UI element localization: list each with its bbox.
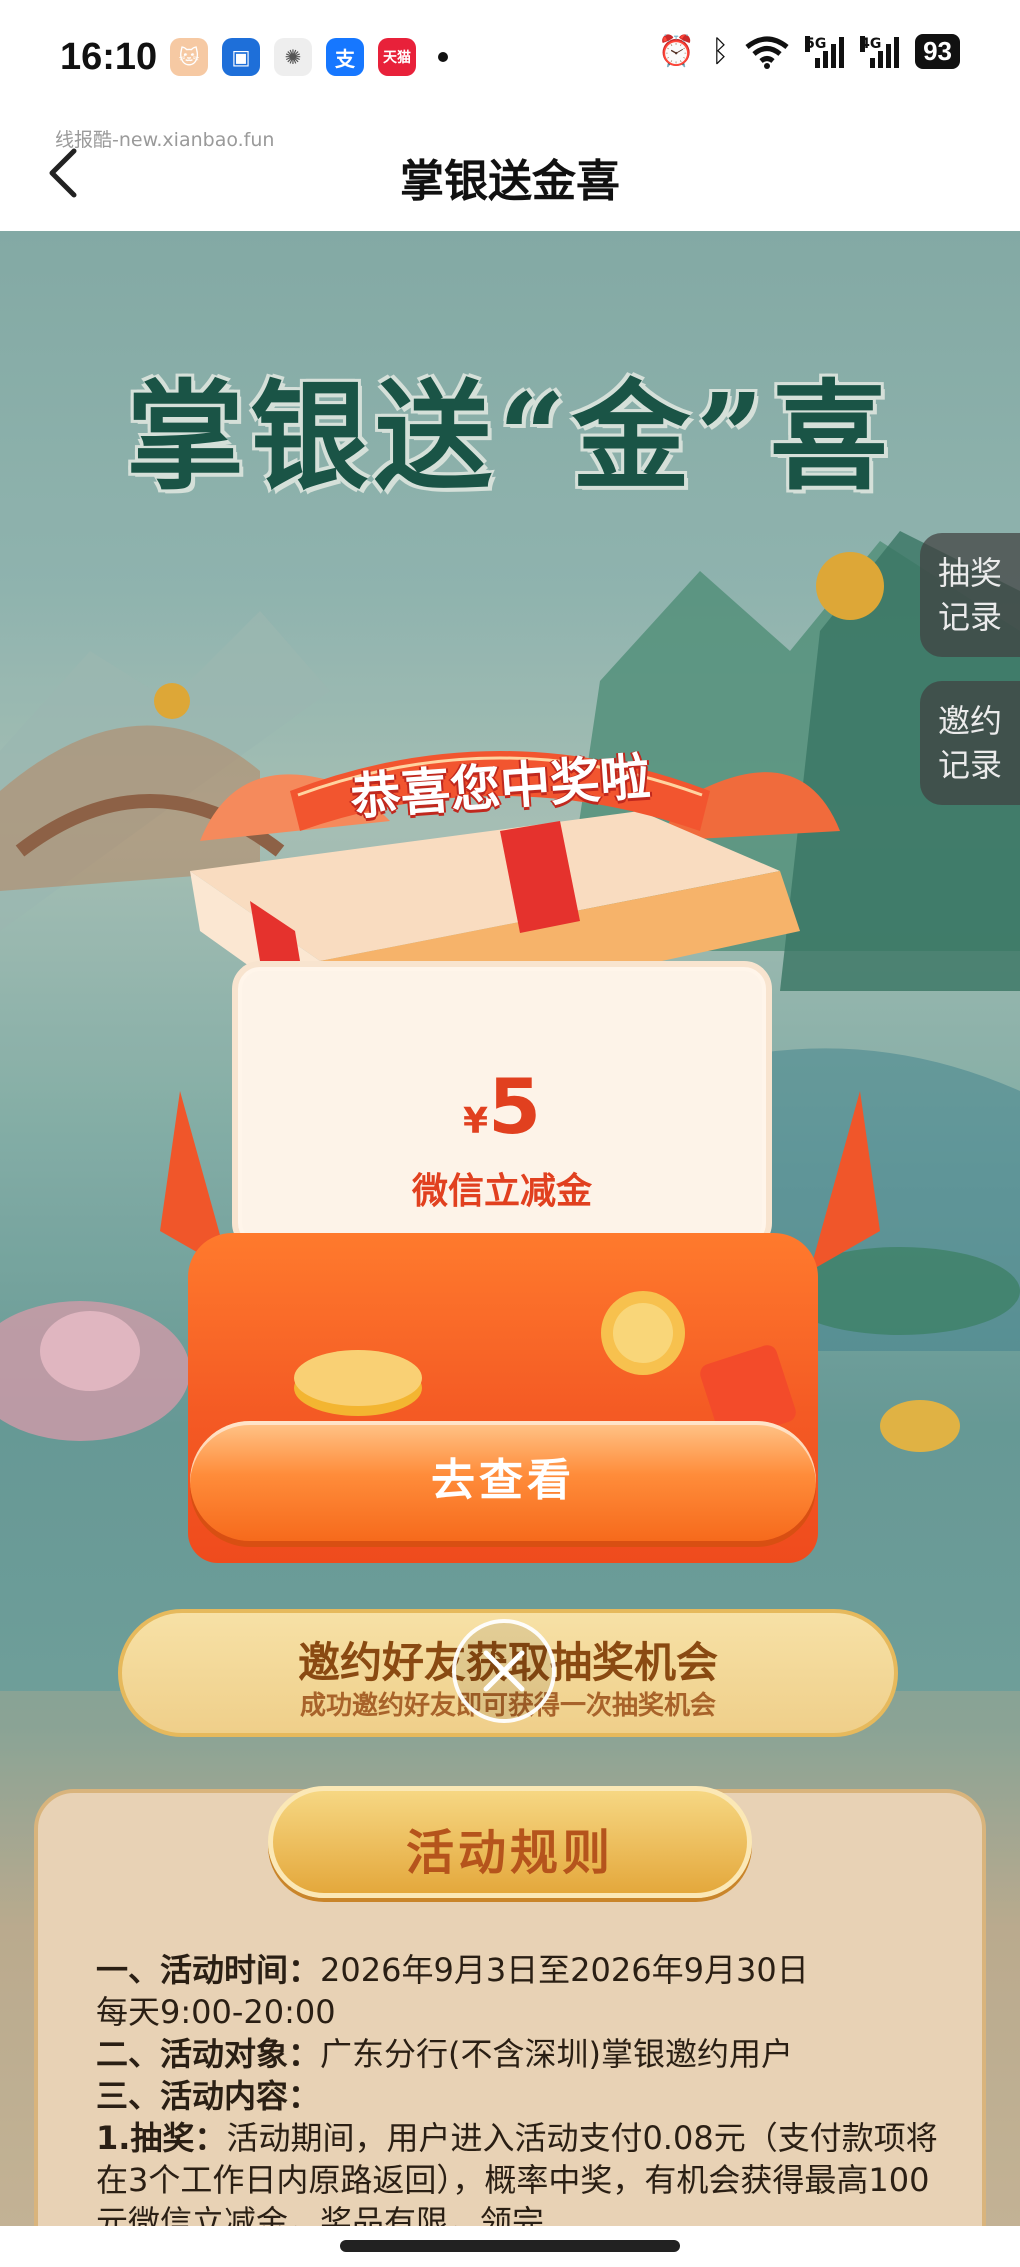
rule-time-daily: 每天9:00-20:00 (96, 1993, 336, 2031)
clock-app-icon: ✺ (274, 38, 312, 76)
rule-target: 二、活动对象：广东分行(不含深圳)掌银邀约用户 (96, 2035, 793, 2073)
rule-content-heading: 三、活动内容： (96, 2077, 321, 2115)
congrats-ribbon: 恭喜您中奖啦 (280, 721, 720, 851)
status-time: 16:10 (60, 36, 158, 78)
rules-heading-ribbon: 活动规则 (268, 1786, 752, 1898)
currency-symbol: ¥ (463, 1101, 489, 1142)
prize-amount: ¥5 (238, 1062, 766, 1151)
rules-heading: 活动规则 (405, 1825, 614, 1881)
battery-indicator: 93 (915, 34, 960, 69)
alarm-icon: ⏰ (657, 34, 696, 69)
tmall-icon: 天猫 (378, 38, 416, 76)
wifi-icon (745, 36, 789, 69)
status-indicators: ⏰ ᛒ 5G 4G 93 (658, 34, 960, 69)
rule-draw: 1.抽奖：活动期间，用户进入活动支付0.08元（支付款项将在3个工作日内原路返回… (96, 2119, 938, 2226)
prize-value: 5 (488, 1062, 541, 1151)
home-indicator[interactable] (340, 2240, 680, 2252)
view-prize-button[interactable]: 去查看 (190, 1421, 816, 1541)
rules-body: 一、活动时间：2026年9月3日至2026年9月30日 每天9:00-20:00… (96, 1949, 956, 2226)
prize-name: 微信立减金 (411, 1171, 592, 1212)
close-modal-button[interactable] (452, 1619, 556, 1723)
signal-5g-icon: 5G (805, 35, 845, 68)
more-notifications-dot (438, 52, 448, 62)
status-bar: 16:10 🐱 ▣ ✺ 支 天猫 ⏰ ᛒ 5G 4G 93 (0, 0, 1020, 115)
gesture-bar (0, 2226, 1020, 2267)
activity-page: 掌银送“金”喜 抽奖 记录 邀约 记录 恭喜您中奖啦 ¥5 微信立减金 去查看 … (0, 231, 1020, 2226)
prize-card: ¥5 微信立减金 (232, 961, 772, 1251)
alipay-icon: 支 (326, 38, 364, 76)
cat-app-icon: 🐱 (170, 38, 208, 76)
notification-icons: 🐱 ▣ ✺ 支 天猫 (170, 38, 448, 76)
blue-app-icon: ▣ (222, 38, 260, 76)
page-title: 掌银送金喜 (400, 156, 620, 207)
signal-4g-icon: 4G (860, 35, 900, 68)
navigation-bar: 线报酷-new.xianbao.fun 掌银送金喜 (0, 115, 1020, 231)
bluetooth-icon: ᛒ (711, 34, 730, 69)
close-icon (483, 1650, 525, 1692)
rule-time: 一、活动时间：2026年9月3日至2026年9月30日 (96, 1951, 809, 1989)
